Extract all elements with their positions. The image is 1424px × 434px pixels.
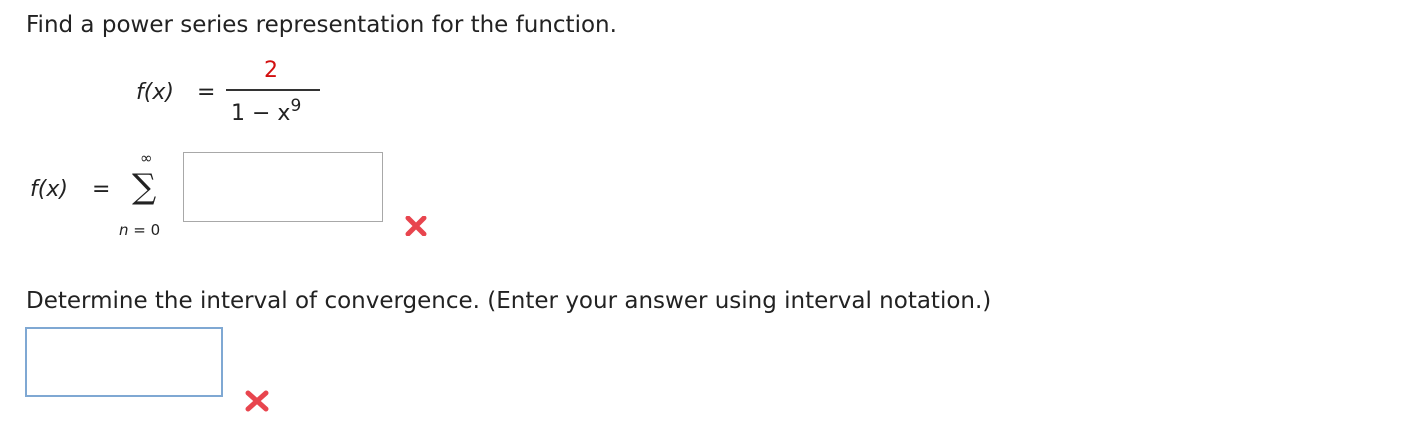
fraction-bar: [226, 89, 320, 91]
sigma-lower-limit: n = 0: [119, 221, 161, 239]
denominator-base: 1 − x: [231, 101, 291, 126]
series-answer-input[interactable]: [183, 152, 383, 222]
question-prompt: Find a power series representation for t…: [26, 12, 617, 38]
fraction-numerator: 2: [264, 58, 278, 83]
sigma-icon: ∑: [132, 167, 157, 207]
incorrect-x-icon: [244, 390, 270, 412]
equals-sign: =: [197, 80, 216, 105]
interval-prompt: Determine the interval of convergence. (…: [26, 288, 992, 314]
interval-answer-input[interactable]: [25, 327, 223, 397]
sigma-upper-limit: ∞: [140, 149, 153, 167]
incorrect-x-icon: [405, 216, 427, 236]
fraction-denominator: 1 − x9: [231, 96, 301, 128]
series-function-label: f(x): [30, 177, 68, 202]
series-equals-sign: =: [92, 177, 111, 202]
denominator-exponent: 9: [290, 96, 302, 116]
function-label: f(x): [136, 80, 174, 105]
